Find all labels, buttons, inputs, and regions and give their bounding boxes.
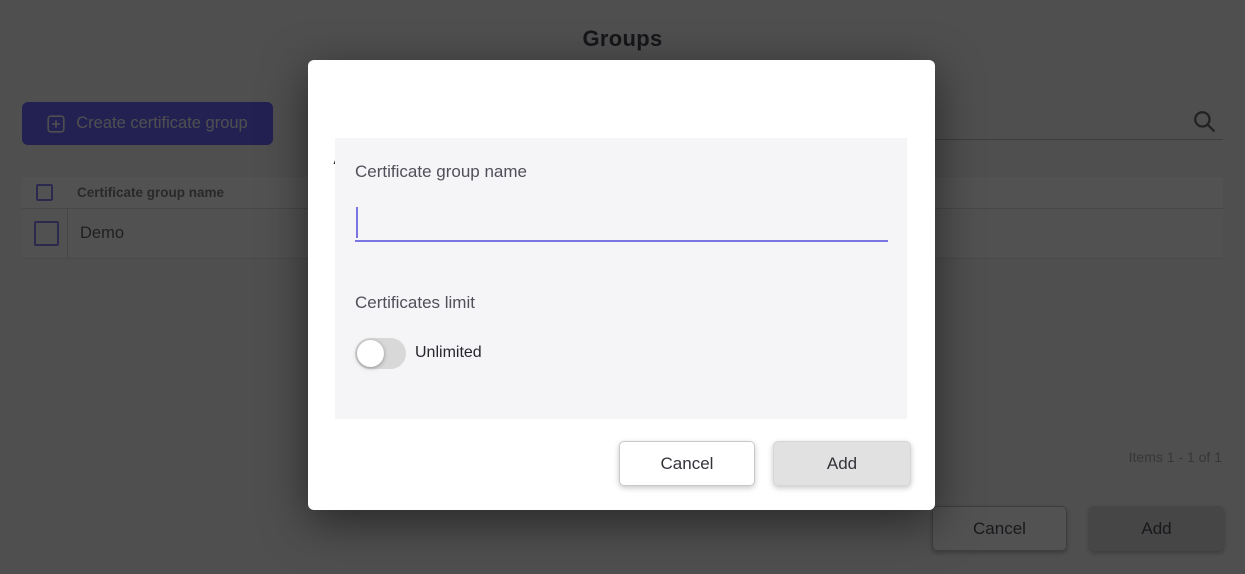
toggle-knob	[357, 340, 384, 367]
dialog-form-panel: Certificate group name Certificates limi…	[335, 138, 907, 419]
text-cursor	[356, 207, 358, 238]
group-name-label: Certificate group name	[355, 162, 527, 182]
unlimited-toggle-label: Unlimited	[415, 344, 482, 362]
dialog-add-button[interactable]: Add	[773, 441, 911, 486]
dialog-cancel-button[interactable]: Cancel	[619, 441, 755, 486]
groups-page: Groups Create certificate group Certific…	[0, 0, 1245, 574]
add-certificate-group-dialog: Add certificate group Certificate group …	[308, 60, 935, 510]
unlimited-toggle[interactable]	[355, 338, 406, 369]
group-name-input[interactable]	[355, 206, 888, 242]
certificates-limit-label: Certificates limit	[355, 293, 475, 313]
